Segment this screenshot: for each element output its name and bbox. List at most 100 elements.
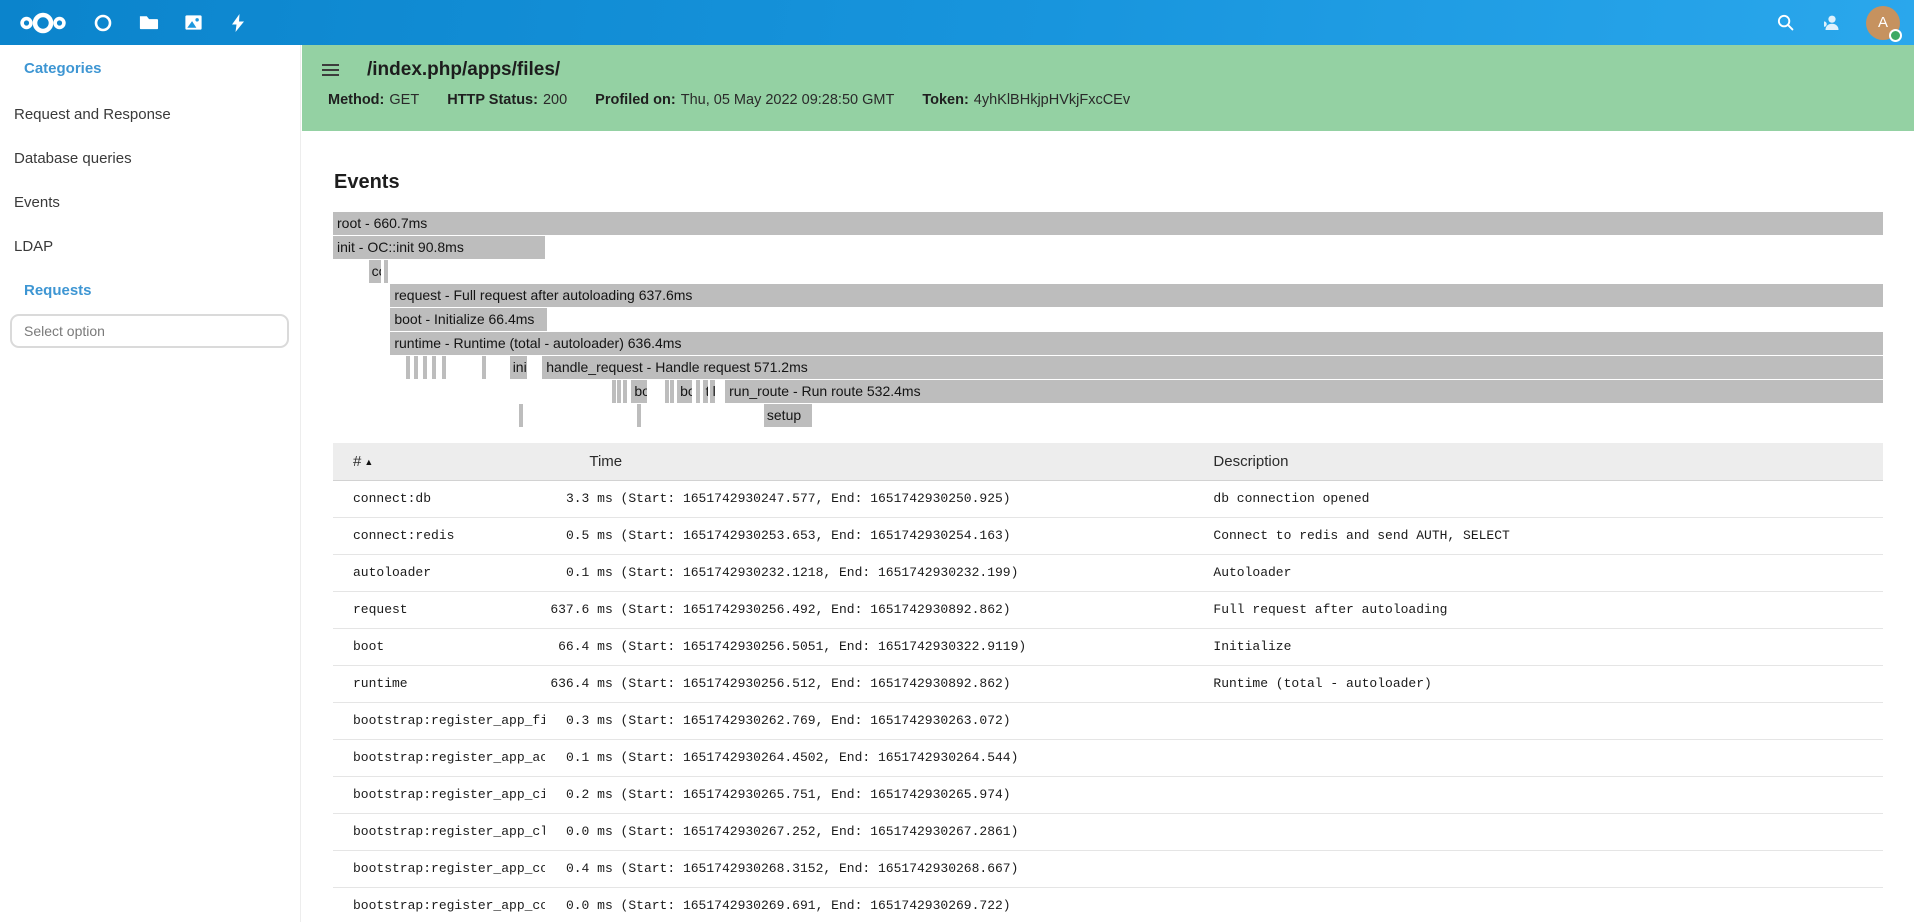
event-name-cell: boot xyxy=(333,628,545,665)
event-name-cell: bootstrap:register_app_contactsinteracti… xyxy=(333,887,545,922)
timeline-bar: t xyxy=(703,380,708,403)
timeline-bar xyxy=(612,380,616,403)
table-row: bootstrap:register_app_contactsinteracti… xyxy=(333,887,1883,922)
event-description-cell xyxy=(1213,813,1883,850)
event-name-cell: connect:redis xyxy=(333,517,545,554)
contacts-icon[interactable] xyxy=(1820,12,1842,34)
event-time-cell: 0.1 ms (Start: 1651742930232.1218, End: … xyxy=(545,554,1213,591)
timeline-bar: l xyxy=(710,380,715,403)
timeline-bar: boot - Initialize 66.4ms xyxy=(390,308,547,331)
search-icon[interactable] xyxy=(1774,12,1796,34)
timeline-bar xyxy=(423,356,427,379)
timeline-bar: request - Full request after autoloading… xyxy=(390,284,1883,307)
event-name-cell: bootstrap:register_app_files xyxy=(333,702,545,739)
event-name-cell: request xyxy=(333,591,545,628)
sidebar-item-database-queries[interactable]: Database queries xyxy=(14,150,300,168)
column-header-number[interactable]: #▲ xyxy=(333,443,545,480)
timeline-bar xyxy=(623,380,627,403)
table-row: bootstrap:register_app_comments0.4 ms (S… xyxy=(333,850,1883,887)
table-row: bootstrap:register_app_circles0.2 ms (St… xyxy=(333,776,1883,813)
event-description-cell: db connection opened xyxy=(1213,480,1883,517)
table-row: bootstrap:register_app_cloud_federation_… xyxy=(333,813,1883,850)
sidebar-item-events[interactable]: Events xyxy=(14,194,300,212)
files-app-icon[interactable] xyxy=(137,12,159,34)
request-summary-header: /index.php/apps/files/ Method:GET HTTP St… xyxy=(302,45,1914,131)
timeline-bar: bo xyxy=(677,380,692,403)
timeline-bar xyxy=(442,356,446,379)
timeline-bar xyxy=(670,380,674,403)
meta-profiled-on: Profiled on:Thu, 05 May 2022 09:28:50 GM… xyxy=(595,92,894,108)
hamburger-menu-icon[interactable] xyxy=(322,62,339,78)
online-status-icon xyxy=(1889,29,1902,42)
timeline-bar: runtime - Runtime (total - autoloader) 6… xyxy=(390,332,1883,355)
event-time-cell: 636.4 ms (Start: 1651742930256.512, End:… xyxy=(545,665,1213,702)
timeline-bar xyxy=(519,404,523,427)
event-description-cell: Initialize xyxy=(1213,628,1883,665)
timeline-bar: handle_request - Handle request 571.2ms xyxy=(542,356,1883,379)
timeline-bar xyxy=(482,356,486,379)
event-description-cell: Runtime (total - autoloader) xyxy=(1213,665,1883,702)
timeline-bar: root - 660.7ms xyxy=(333,212,1883,235)
timeline-bar xyxy=(384,260,388,283)
event-time-cell: 637.6 ms (Start: 1651742930256.492, End:… xyxy=(545,591,1213,628)
sidebar-item-request-and-response[interactable]: Request and Response xyxy=(14,106,300,124)
table-row: autoloader0.1 ms (Start: 1651742930232.1… xyxy=(333,554,1883,591)
event-time-cell: 66.4 ms (Start: 1651742930256.5051, End:… xyxy=(545,628,1213,665)
event-description-cell xyxy=(1213,739,1883,776)
events-table-body: connect:db3.3 ms (Start: 1651742930247.5… xyxy=(333,480,1883,922)
event-name-cell: bootstrap:register_app_cloud_federation_… xyxy=(333,813,545,850)
request-meta-row: Method:GET HTTP Status:200 Profiled on:Thu… xyxy=(302,81,1914,108)
timeline-bar: run_route - Run route 532.4ms xyxy=(725,380,1883,403)
timeline-bar xyxy=(696,380,700,403)
activity-app-icon[interactable] xyxy=(227,12,249,34)
circle-app-icon[interactable] xyxy=(92,12,114,34)
event-name-cell: bootstrap:register_app_comments xyxy=(333,850,545,887)
events-table-header-row: #▲ Time Description xyxy=(333,443,1883,480)
table-row: runtime636.4 ms (Start: 1651742930256.51… xyxy=(333,665,1883,702)
event-name-cell: connect:db xyxy=(333,480,545,517)
event-time-cell: 0.1 ms (Start: 1651742930264.4502, End: … xyxy=(545,739,1213,776)
events-panel: Events root - 660.7msinit - OC::init 90.… xyxy=(302,170,1914,922)
timeline-bar: co xyxy=(369,260,381,283)
table-row: connect:redis0.5 ms (Start: 165174293025… xyxy=(333,517,1883,554)
sidebar-item-ldap[interactable]: LDAP xyxy=(14,238,300,256)
events-table: #▲ Time Description connect:db3.3 ms (St… xyxy=(333,443,1883,922)
column-header-description[interactable]: Description xyxy=(1213,443,1883,480)
event-description-cell xyxy=(1213,850,1883,887)
nextcloud-logo[interactable] xyxy=(14,9,72,37)
event-description-cell xyxy=(1213,776,1883,813)
user-avatar[interactable]: A xyxy=(1866,6,1900,40)
table-row: bootstrap:register_app_files0.3 ms (Star… xyxy=(333,702,1883,739)
event-description-cell: Full request after autoloading xyxy=(1213,591,1883,628)
table-row: boot66.4 ms (Start: 1651742930256.5051, … xyxy=(333,628,1883,665)
request-select[interactable] xyxy=(10,314,289,348)
event-time-cell: 0.4 ms (Start: 1651742930268.3152, End: … xyxy=(545,850,1213,887)
timeline-bar: ini xyxy=(510,356,527,379)
photos-app-icon[interactable] xyxy=(182,12,204,34)
column-header-time[interactable]: Time xyxy=(545,443,1213,480)
meta-token: Token:4yhKlBHkjpHVkjFxcCEv xyxy=(922,92,1130,108)
event-time-cell: 0.5 ms (Start: 1651742930253.653, End: 1… xyxy=(545,517,1213,554)
event-name-cell: runtime xyxy=(333,665,545,702)
request-url-title: /index.php/apps/files/ xyxy=(367,59,560,81)
meta-http-status: HTTP Status:200 xyxy=(447,92,567,108)
event-description-cell xyxy=(1213,887,1883,922)
profiler-app-window: A Categories Request and Response Databas… xyxy=(0,0,1914,922)
event-name-cell: bootstrap:register_app_circles xyxy=(333,776,545,813)
categories-heading: Categories xyxy=(24,60,300,78)
event-description-cell xyxy=(1213,702,1883,739)
meta-method: Method:GET xyxy=(328,92,419,108)
timeline-bar xyxy=(414,356,418,379)
event-time-cell: 0.3 ms (Start: 1651742930262.769, End: 1… xyxy=(545,702,1213,739)
events-heading: Events xyxy=(334,170,1883,194)
categories-list: Request and Response Database queries Even… xyxy=(0,106,300,256)
event-time-cell: 0.2 ms (Start: 1651742930265.751, End: 1… xyxy=(545,776,1213,813)
event-time-cell: 3.3 ms (Start: 1651742930247.577, End: 1… xyxy=(545,480,1213,517)
table-row: connect:db3.3 ms (Start: 1651742930247.5… xyxy=(333,480,1883,517)
main-content: /index.php/apps/files/ Method:GET HTTP St… xyxy=(302,45,1914,922)
event-time-cell: 0.0 ms (Start: 1651742930267.252, End: 1… xyxy=(545,813,1213,850)
timeline-bar xyxy=(617,380,621,403)
avatar-initial: A xyxy=(1878,14,1888,31)
timeline-bar: setup xyxy=(764,404,812,427)
profiler-sidebar: Categories Request and Response Database … xyxy=(0,45,301,922)
